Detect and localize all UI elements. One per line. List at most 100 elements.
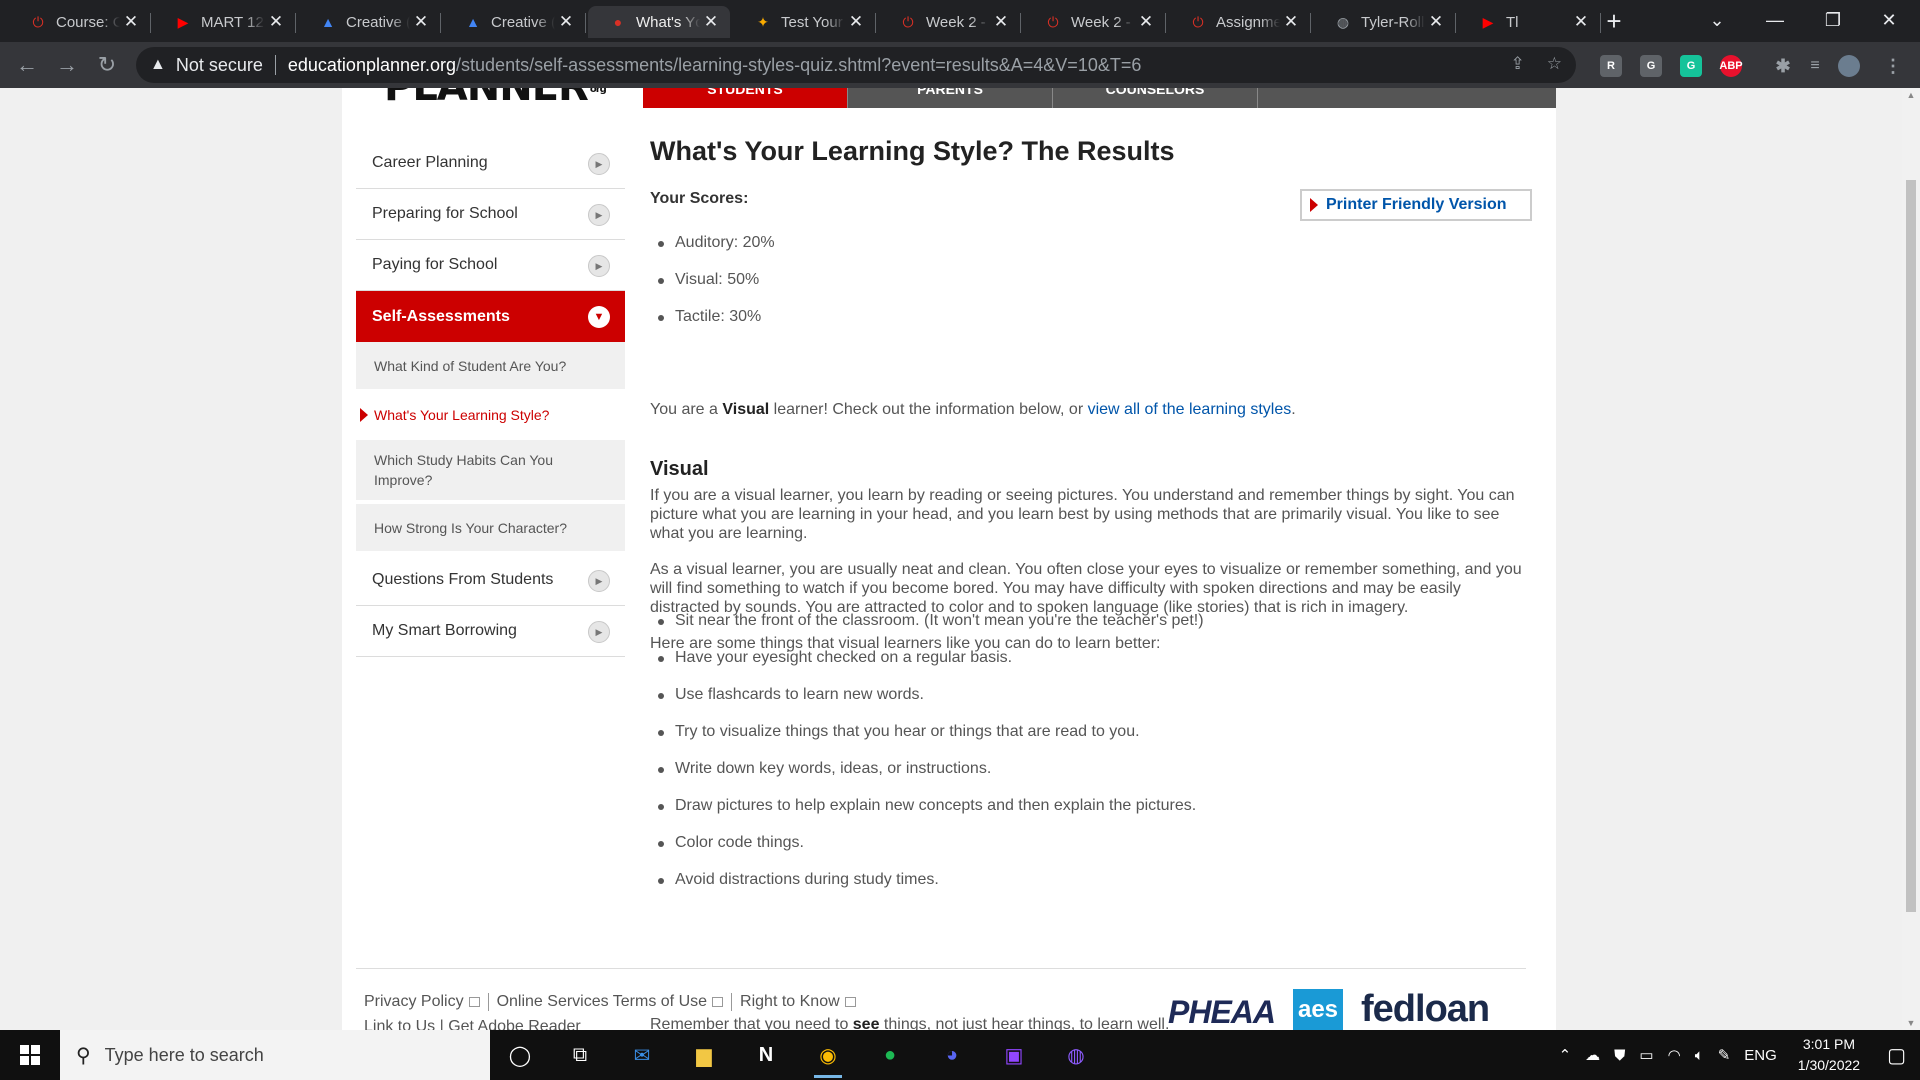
sidebar-nav: Career Planning ▶ Preparing for School ▶… xyxy=(356,138,625,657)
fedloan-logo[interactable]: fedloan xyxy=(1361,988,1490,1030)
privacy-policy-link[interactable]: Privacy Policy xyxy=(364,993,489,1011)
sidebar-subitem-student-type[interactable]: What Kind of Student Are You? xyxy=(356,342,625,393)
right-to-know-link[interactable]: Right to Know xyxy=(740,993,864,1011)
sidebar-item-label: Questions From Students xyxy=(372,571,554,588)
sidebar-item-self-assessments[interactable]: Self-Assessments ▼ xyxy=(356,291,625,342)
close-tab-icon[interactable]: ✕ xyxy=(700,12,722,32)
aes-logo[interactable]: aes xyxy=(1293,989,1344,1030)
spotify-icon[interactable]: ● xyxy=(872,1040,908,1070)
discord-icon[interactable]: ◕ xyxy=(934,1040,970,1070)
sidebar-item-questions-from-students[interactable]: Questions From Students ▶ xyxy=(356,555,625,606)
description-paragraph-1: If you are a visual learner, you learn b… xyxy=(650,487,1515,542)
mail-icon[interactable]: ✉ xyxy=(624,1040,660,1070)
sidebar-item-preparing-for-school[interactable]: Preparing for School ▶ xyxy=(356,189,625,240)
taskbar-search[interactable]: ⚲ Type here to search xyxy=(60,1030,490,1080)
tip-item: Use flashcards to learn new words. xyxy=(650,686,1204,723)
restore-icon[interactable]: ❐ xyxy=(1810,0,1856,40)
close-tab-icon[interactable]: ✕ xyxy=(555,12,577,32)
address-bar[interactable]: ▲ Not secure educationplanner.org/studen… xyxy=(136,47,1576,83)
back-icon[interactable]: ← xyxy=(12,50,42,80)
view-all-styles-link[interactable]: view all of the learning styles xyxy=(1088,401,1292,418)
scroll-up-icon[interactable]: ▲ xyxy=(1902,88,1920,102)
cortana-icon[interactable]: ◯ xyxy=(502,1040,538,1070)
browser-tab[interactable]: ⏻ Course: C ✕ xyxy=(8,6,151,38)
topnav-counselors[interactable]: COUNSELORS xyxy=(1053,88,1258,108)
browser-menu-icon[interactable]: ⋮ xyxy=(1882,55,1904,77)
terms-of-use-link[interactable]: Online Services Terms of Use xyxy=(497,993,733,1011)
clock[interactable]: 3:01 PM 1/30/2022 xyxy=(1798,1034,1860,1076)
close-tab-icon[interactable]: ✕ xyxy=(1570,12,1592,32)
browser-tab[interactable]: ▶ MART 12(✕ xyxy=(153,6,296,38)
close-tab-icon[interactable]: ✕ xyxy=(1425,12,1447,32)
volume-icon[interactable]: 🔈︎ xyxy=(1695,1047,1704,1064)
extension-icon[interactable]: G xyxy=(1680,55,1702,77)
close-tab-icon[interactable]: ✕ xyxy=(1135,12,1157,32)
browser-tab[interactable]: ⏻ Week 2 - ✕ xyxy=(878,6,1021,38)
close-window-icon[interactable]: ✕ xyxy=(1866,0,1912,40)
power-icon: ⏻ xyxy=(1047,13,1059,30)
sidebar-item-career-planning[interactable]: Career Planning ▶ xyxy=(356,138,625,189)
scrollbar-thumb[interactable] xyxy=(1906,180,1916,912)
browser-tab[interactable]: ● What's Yc ✕ xyxy=(588,6,730,38)
extension-icon[interactable]: R xyxy=(1600,55,1622,77)
close-tab-icon[interactable]: ✕ xyxy=(120,12,142,32)
browser-tab[interactable]: ▶ Tl ✕ xyxy=(1458,6,1601,38)
notion-icon[interactable]: N xyxy=(748,1040,784,1070)
close-tab-icon[interactable]: ✕ xyxy=(845,12,867,32)
twitch-icon[interactable]: ▣ xyxy=(996,1040,1032,1070)
close-tab-icon[interactable]: ✕ xyxy=(265,12,287,32)
close-tab-icon[interactable]: ✕ xyxy=(410,12,432,32)
printer-friendly-button[interactable]: Printer Friendly Version xyxy=(1300,189,1532,221)
sidebar-item-paying-for-school[interactable]: Paying for School ▶ xyxy=(356,240,625,291)
minimize-icon[interactable]: — xyxy=(1752,0,1798,40)
wifi-icon[interactable]: ◠ xyxy=(1668,1046,1681,1064)
reading-list-icon[interactable]: ≡ xyxy=(1804,55,1826,77)
reload-icon[interactable]: ↻ xyxy=(92,50,122,80)
score-label: Auditory xyxy=(675,234,734,251)
battery-icon[interactable]: ▭ xyxy=(1639,1046,1653,1064)
forward-icon[interactable]: → xyxy=(52,50,82,80)
current-page-arrow-icon xyxy=(360,408,368,422)
browser-tab[interactable]: ▲ Creative (✕ xyxy=(443,6,586,38)
profile-avatar[interactable] xyxy=(1838,55,1860,77)
new-tab-button[interactable]: + xyxy=(1598,6,1630,38)
chevron-up-icon[interactable]: ⌃ xyxy=(1559,1046,1572,1064)
task-view-icon[interactable]: ⧉ xyxy=(562,1040,598,1070)
sidebar-subitem-study-habits[interactable]: Which Study Habits Can You Improve? xyxy=(356,440,625,504)
extension-icon[interactable]: ABP xyxy=(1719,55,1743,77)
browser-tab[interactable]: ⏻ Week 2 - ✕ xyxy=(1023,6,1166,38)
site-logo[interactable]: PLANNERorg xyxy=(384,88,607,110)
sidebar-subitem-character[interactable]: How Strong Is Your Character? xyxy=(356,504,625,555)
notifications-icon[interactable]: ▢ xyxy=(1887,1043,1906,1068)
browser-tab[interactable]: ⏻ Assignme ✕ xyxy=(1168,6,1311,38)
tab-search-icon[interactable]: ⌄ xyxy=(1694,0,1740,40)
close-tab-icon[interactable]: ✕ xyxy=(1280,12,1302,32)
extensions-puzzle-icon[interactable]: ✱ xyxy=(1772,55,1794,77)
file-explorer-icon[interactable]: ▆ xyxy=(686,1040,722,1070)
onedrive-cloud-icon[interactable]: ☁ xyxy=(1585,1046,1600,1064)
footer-links-row-2[interactable]: Link to Us | Get Adobe Reader xyxy=(364,1018,581,1030)
start-button[interactable] xyxy=(0,1030,60,1080)
scroll-down-icon[interactable]: ▼ xyxy=(1902,1016,1920,1030)
browser-tab[interactable]: ▲ Creative (✕ xyxy=(298,6,441,38)
security-shield-icon[interactable]: ⛊ xyxy=(1614,1047,1625,1064)
share-icon[interactable]: ⇪ xyxy=(1511,54,1525,74)
topnav-students[interactable]: STUDENTS xyxy=(643,88,848,108)
score-value: 30% xyxy=(729,308,762,325)
chrome-icon[interactable]: ◉ xyxy=(810,1040,846,1078)
browser-tab[interactable]: ✦ Test Your ✕ xyxy=(733,6,876,38)
bookmark-star-icon[interactable]: ☆ xyxy=(1547,54,1562,74)
language-indicator[interactable]: ENG xyxy=(1744,1047,1777,1064)
sidebar-item-my-smart-borrowing[interactable]: My Smart Borrowing ▶ xyxy=(356,606,625,657)
sidebar-subitem-learning-style[interactable]: What's Your Learning Style? xyxy=(356,393,625,440)
pen-icon[interactable]: ✎ xyxy=(1718,1046,1731,1064)
extension-icon[interactable]: G xyxy=(1640,55,1662,77)
page-scrollbar[interactable]: ▲ ▼ xyxy=(1902,88,1920,1030)
scores-heading: Your Scores: xyxy=(650,190,749,207)
topnav-parents[interactable]: PARENTS xyxy=(848,88,1053,108)
close-tab-icon[interactable]: ✕ xyxy=(990,12,1012,32)
sidebar-item-label: Paying for School xyxy=(372,256,498,273)
github-icon[interactable]: ◍ xyxy=(1058,1040,1094,1070)
pheaa-logo[interactable]: PHEAA xyxy=(1168,994,1276,1030)
browser-tab[interactable]: ◍ Tyler-Roll ✕ xyxy=(1313,6,1456,38)
